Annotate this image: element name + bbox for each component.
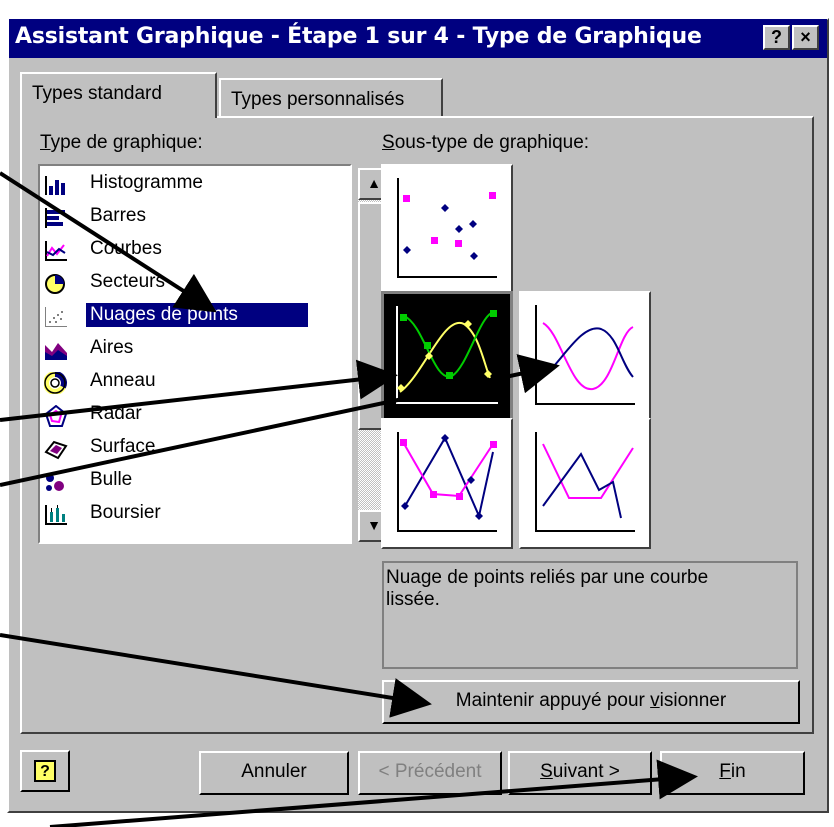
help-title-button[interactable]: ? <box>763 25 790 50</box>
close-button[interactable]: × <box>792 25 819 50</box>
subtype-description: Nuage de points reliés par une courbe li… <box>382 561 798 669</box>
line-chart-icon <box>45 241 67 261</box>
list-item-label: Nuages de points <box>86 303 308 327</box>
straight-lines-icon <box>535 432 635 532</box>
area-chart-icon <box>45 343 67 360</box>
list-item-label: Boursier <box>90 502 161 523</box>
help-button[interactable]: ? <box>20 750 70 792</box>
next-button[interactable]: Suivant > <box>508 751 652 795</box>
list-item[interactable]: Histogramme <box>44 168 320 201</box>
list-item[interactable]: Barres <box>44 201 320 234</box>
tab-types-standard[interactable]: Types standard <box>20 72 217 118</box>
list-item-label: Radar <box>90 403 142 424</box>
arrow-up-icon: ▲ <box>367 175 381 191</box>
radar-chart-icon <box>44 405 68 427</box>
surface-chart-icon <box>44 440 68 460</box>
list-item[interactable]: Courbes <box>44 234 320 267</box>
finish-button[interactable]: Fin <box>660 751 805 795</box>
subtype-scatter-markers[interactable] <box>381 164 513 295</box>
smooth-lines-icon <box>535 305 635 405</box>
previous-button[interactable]: < Précédent <box>358 751 502 795</box>
description-text: Nuage de points reliés par une courbe li… <box>386 567 709 610</box>
scatter-chart-icon <box>45 307 67 327</box>
bar-chart-icon <box>45 208 65 228</box>
pie-chart-icon <box>45 274 65 294</box>
list-item[interactable]: Aires <box>44 333 320 366</box>
subtype-straight-lines-markers[interactable] <box>381 418 513 549</box>
title-bar[interactable]: Assistant Graphique - Étape 1 sur 4 - Ty… <box>9 19 827 58</box>
list-item[interactable]: Boursier <box>44 498 320 531</box>
stock-chart-icon <box>45 505 67 525</box>
list-item-label: Aires <box>90 337 134 358</box>
dialog-title: Assistant Graphique - Étape 1 sur 4 - Ty… <box>15 24 702 49</box>
cancel-button[interactable]: Annuler <box>199 751 349 795</box>
list-item-label: Courbes <box>90 238 162 259</box>
list-item-label: Surface <box>90 436 156 457</box>
column-chart-icon <box>45 176 65 195</box>
chart-type-label: Type de graphique: <box>40 132 203 153</box>
scatter-markers-icon <box>397 178 497 278</box>
list-item-label: Barres <box>90 205 146 226</box>
arrow-down-icon: ▼ <box>367 517 381 533</box>
chart-type-list[interactable]: Histogramme Barres Courbes Secteurs Nuag… <box>38 164 390 544</box>
list-item[interactable]: Surface <box>44 432 320 465</box>
list-item[interactable]: Bulle <box>44 465 320 498</box>
list-item-label: Bulle <box>90 469 133 490</box>
subtype-smooth-lines-markers-selected[interactable] <box>381 291 513 422</box>
hold-to-preview-button[interactable]: Maintenir appuyé pour visionner <box>382 680 800 724</box>
tab-label: Types personnalisés <box>231 89 405 110</box>
list-item-label: Histogramme <box>90 172 203 193</box>
subtype-straight-lines[interactable] <box>519 418 651 549</box>
bubble-chart-icon <box>46 474 64 491</box>
list-item-label: Anneau <box>90 370 156 391</box>
list-item[interactable]: Secteurs <box>44 267 320 300</box>
doughnut-chart-icon <box>44 372 67 394</box>
tab-types-personnalises[interactable]: Types personnalisés <box>219 78 443 116</box>
smooth-lines-markers-icon <box>396 306 498 404</box>
subtype-smooth-lines[interactable] <box>519 291 651 422</box>
straight-lines-markers-icon <box>397 432 497 532</box>
chart-wizard-dialog: Assistant Graphique - Étape 1 sur 4 - Ty… <box>0 0 834 827</box>
list-item[interactable]: Radar <box>44 399 320 432</box>
close-icon: × <box>800 27 811 47</box>
list-item[interactable]: Anneau <box>44 366 320 399</box>
subtype-label: Sous-type de graphique: <box>382 132 590 153</box>
tab-label: Types standard <box>32 83 162 104</box>
list-item-label: Secteurs <box>90 271 165 292</box>
list-item-selected[interactable]: Nuages de points <box>44 300 320 333</box>
help-icon: ? <box>34 760 56 782</box>
